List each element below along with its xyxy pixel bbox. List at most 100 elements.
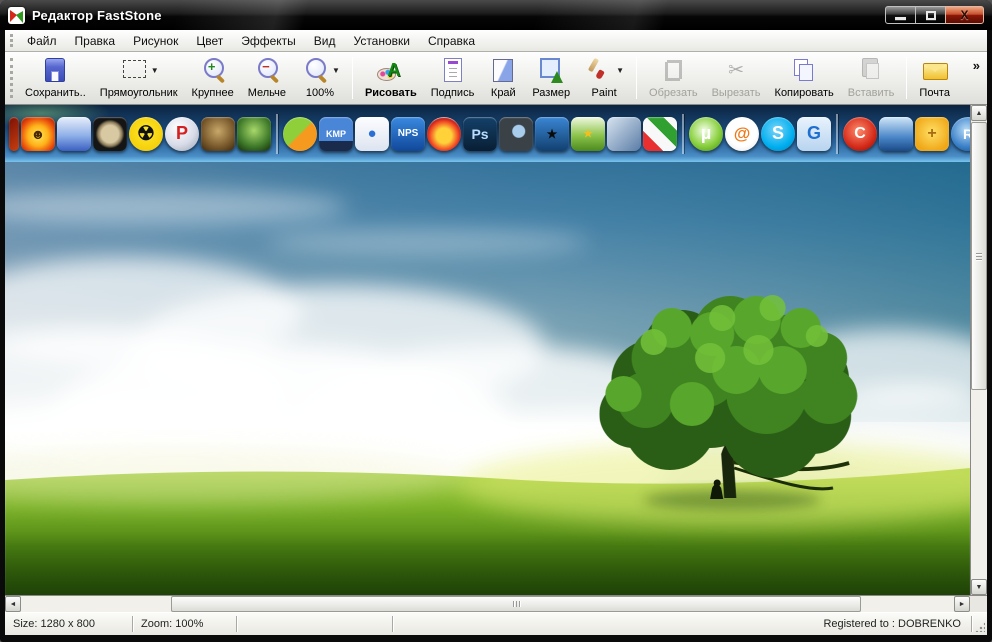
dock-icon-g-messenger: G [797,117,831,151]
menu-item-5[interactable]: Эффекты [232,31,305,51]
maximize-button[interactable] [915,6,946,24]
dock-icon-remote-desktop [879,117,913,151]
scroll-up-button[interactable]: ▲ [971,105,987,121]
selrect-button[interactable]: ▼Прямоугольник [93,55,185,102]
toolbar-label: Крупнее [192,87,234,99]
toolbar-icon-row [789,57,819,84]
title-bar[interactable]: Редактор FastStone X [0,0,992,30]
toolbar-label: Вставить [848,87,895,99]
toolbar-label: Рисовать [365,87,417,99]
toolbar-icon-row: ✂ [721,57,751,84]
canvas-row: ☻☢PKMP●NPSPs★★µ@SGC+R [5,105,987,595]
edge-button[interactable]: Край [481,55,525,102]
scroll-right-button[interactable]: ► [954,596,970,612]
dropdown-arrow-icon[interactable]: ▼ [616,66,624,75]
toolbar-separator [352,57,353,99]
dock-icon-che-guevara: ★ [535,117,569,151]
image-canvas[interactable]: ☻☢PKMP●NPSPs★★µ@SGC+R [5,105,970,595]
toolbar-label: Обрезать [649,87,698,99]
toolbar-icon-row [658,57,688,84]
menu-item-3[interactable]: Рисунок [124,31,187,51]
vertical-scrollbar[interactable]: ▲ ▼ [970,105,987,595]
paint-button[interactable]: ▼ Paint [577,55,631,102]
dropdown-arrow-icon[interactable]: ▼ [332,66,340,75]
vertical-scroll-track[interactable] [971,121,987,579]
status-zoom-level: Zoom: 100% [133,616,237,632]
dock-separator [276,114,278,154]
dock-icon-green-monster [237,117,271,151]
scrollbar-corner [970,595,987,612]
horizontal-scroll-thumb[interactable] [171,596,861,612]
zoomin-button[interactable]: + Крупнее [185,55,241,102]
toolbar: Сохранить..▼Прямоугольник + Крупнее −Мельче… [5,52,987,105]
icon-glyph: + [204,59,220,74]
menu-item-2[interactable]: Правка [66,31,125,51]
copy-icon [789,57,819,84]
dock-icon-stone-disc [93,117,127,151]
menu-item-6[interactable]: Вид [305,31,345,51]
toolbar-label: Мельче [248,87,286,99]
zoompct-icon [300,57,330,84]
menubar-grip-handle[interactable] [10,34,13,47]
dock-icon-machinarium-robot [201,117,235,151]
selrect-icon [119,57,149,84]
toolbar-icon-row [856,57,886,84]
toolbar-label: Paint [592,87,617,99]
caption-button[interactable]: Подпись [424,55,482,102]
dock-icon-radiation: ☢ [129,117,163,151]
menu-item-8[interactable]: Справка [419,31,484,51]
minimize-icon [895,17,906,20]
toolbar-icon-row [536,57,566,84]
dock-icon-media-ball: ● [355,117,389,151]
draw-button[interactable]: A Рисовать [358,55,424,102]
dropdown-arrow-icon[interactable]: ▼ [151,66,159,75]
faststone-logo-icon [8,7,25,24]
resize-button[interactable]: Размер [525,55,577,102]
close-button[interactable]: X [945,6,984,24]
menu-item-4[interactable]: Цвет [187,31,232,51]
toolbar-grip-handle[interactable] [10,58,13,98]
wallpaper-scene [5,162,970,595]
toolbar-label: Подпись [431,87,475,99]
horizontal-scrollbar[interactable]: ◄ ► [5,595,970,612]
zoomout-button[interactable]: −Мельче [241,55,293,102]
toolbar-separator [636,57,637,99]
paste-button: Вставить [841,55,902,102]
scroll-down-button[interactable]: ▼ [971,579,987,595]
dock-icon-tribal-flame [57,117,91,151]
copy-button[interactable]: Копировать [768,55,841,102]
crop-icon [658,57,688,84]
toolbar-separator [906,57,907,99]
icon-glyph: ✂ [728,59,744,82]
edge-icon [488,57,518,84]
dock-icon-kmplayer: KMP [319,117,353,151]
caption-icon [438,57,468,84]
toolbar-overflow-chevron[interactable]: » [973,58,980,73]
dock-icon-skype: S [761,117,795,151]
mail-button[interactable]: Почта [912,55,957,102]
dock-icon-serious-sam: ☻ [21,117,55,151]
minimize-button[interactable] [885,6,916,24]
horizontal-scroll-track[interactable] [21,596,954,612]
save-button[interactable]: Сохранить.. [18,55,93,102]
status-registered-to: Registered to : DOBRENKO [813,616,972,632]
toolbar-icon-row: A [376,57,406,84]
dock-icon-clipped-left-icon [9,117,19,151]
toolbar-icon-row: ▼ [119,57,159,84]
icon-glyph: A [387,60,400,81]
dock-icon-nps: NPS [391,117,425,151]
dock-icon-orange-green-swirl [283,117,317,151]
dock-icon-photoshop: Ps [463,117,497,151]
resize-grip[interactable] [972,613,987,635]
menu-item-7[interactable]: Установки [345,31,419,51]
window-title: Редактор FastStone [32,8,162,23]
paste-icon [856,57,886,84]
toolbar-label: 100% [306,87,334,99]
mail-icon [920,57,950,84]
dock-icon-camera [499,117,533,151]
dock-icon-pinwheel [643,117,677,151]
menu-item-1[interactable]: Файл [18,31,66,51]
scroll-left-button[interactable]: ◄ [5,596,21,612]
vertical-scroll-thumb[interactable] [971,122,987,390]
zoompct-button[interactable]: ▼ 100% [293,55,347,102]
